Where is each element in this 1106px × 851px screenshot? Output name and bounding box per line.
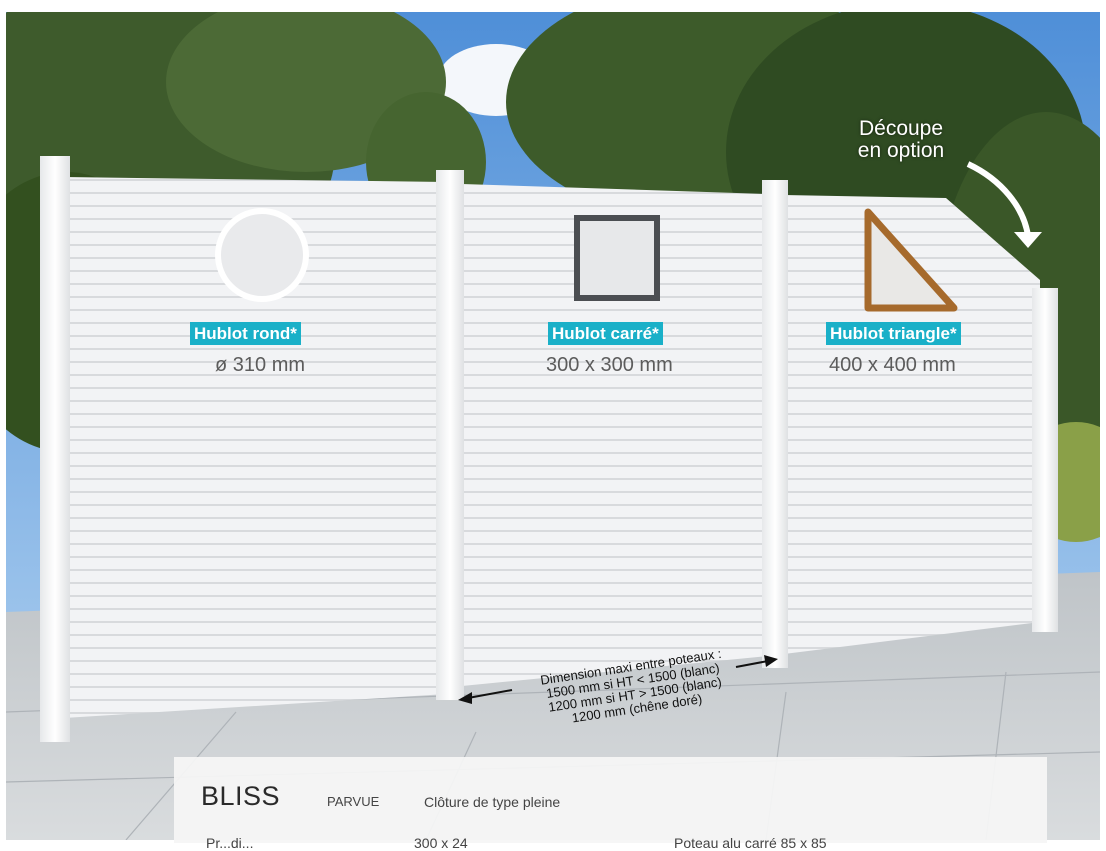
decoupe-line-1: Découpe [858,117,944,140]
spec-right: Poteau alu carré 85 x 85 [674,835,827,851]
porthole-round [215,208,309,302]
product-image: Hublot rond* ø 310 mm Hublot carré* 300 … [0,0,1106,851]
decoupe-annotation: Découpe en option [836,118,966,162]
product-type: Clôture de type pleine [424,794,561,810]
label-round-name: Hublot rond* [190,322,301,345]
label-square-size: 300 x 300 mm [546,354,673,376]
spec-left-value: 300 x 24 [414,835,468,851]
decoupe-line-2: en option [857,139,945,162]
product-name: BLISS [201,781,281,811]
post-4 [1032,288,1058,632]
porthole-square [574,215,660,301]
label-triangle-size: 400 x 400 mm [829,354,956,376]
product-info-panel: BLISS PARVUE Clôture de type pleine Pr..… [174,757,1047,851]
label-triangle-name: Hublot triangle* [826,322,961,345]
post-2 [436,170,464,700]
post-1 [40,156,70,742]
spec-left-label: Pr...di... [206,835,254,851]
post-3 [762,180,788,668]
label-square-name: Hublot carré* [548,322,663,345]
product-brand: PARVUE [327,794,380,809]
label-round-size: ø 310 mm [215,354,306,376]
